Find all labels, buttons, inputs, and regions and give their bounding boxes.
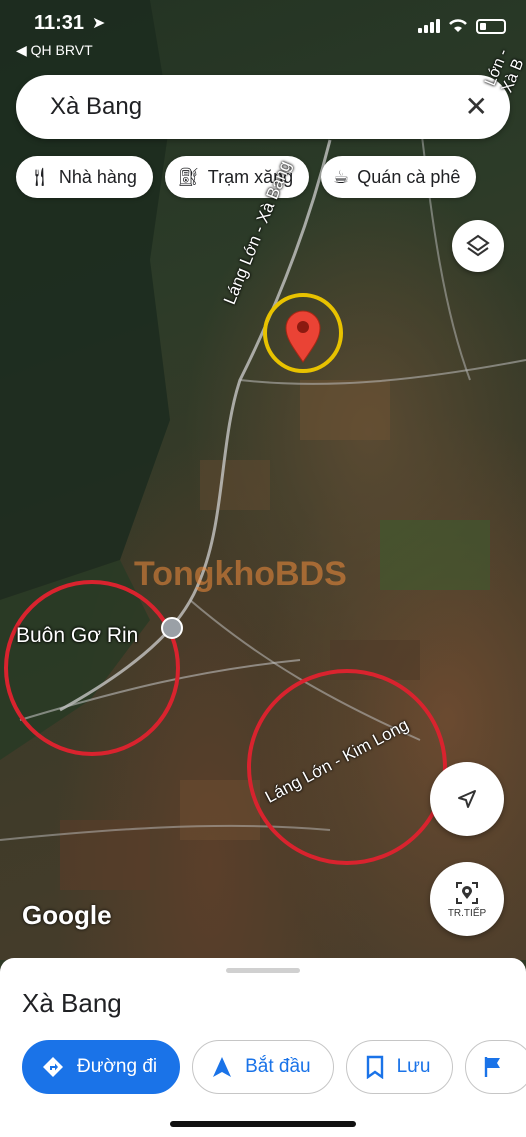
close-icon[interactable]: ✕ [465, 93, 488, 121]
restaurant-icon: 🍴︎ [28, 166, 51, 187]
watermark: TongkhoBDS [134, 555, 347, 593]
back-to-app-link[interactable]: ◀ QH BRVT [16, 42, 93, 59]
gas-station-icon: ⛽︎ [176, 166, 200, 187]
directions-label: Đường đi [77, 1056, 158, 1077]
chip-label: Nhà hàng [58, 166, 137, 187]
live-view-icon [456, 881, 478, 904]
battery-icon [476, 18, 506, 34]
live-view-button[interactable]: TR.TIẾP [430, 862, 504, 936]
save-button[interactable]: Lưu [345, 1040, 454, 1094]
directions-button[interactable]: Đường đi [22, 1040, 181, 1094]
status-bar: 11:31 ➤ ◀ QH BRVT [0, 0, 526, 64]
start-button[interactable]: Bắt đầu [192, 1040, 334, 1094]
flag-icon [484, 1056, 502, 1078]
location-services-icon: ➤ [92, 15, 106, 32]
search-bar[interactable]: Xà Bang ✕ [16, 75, 510, 139]
category-chips: 🍴︎ Nhà hàng ⛽︎ Trạm xăng ☕︎ Quán cà phê [16, 156, 477, 198]
place-bottom-sheet[interactable]: Xà Bang Đường đi Bắt đầu Lưu [0, 958, 526, 1137]
live-view-label: TR.TIẾP [447, 907, 487, 919]
more-actions-button[interactable] [465, 1040, 526, 1094]
status-time: 11:31 [34, 12, 85, 34]
coffee-icon: ☕︎ [333, 166, 350, 187]
google-logo: Google [22, 900, 112, 930]
place-marker-icon [161, 617, 183, 639]
home-indicator[interactable] [170, 1121, 356, 1127]
chip-label: Quán cà phê [357, 166, 461, 187]
place-title: Xà Bang [22, 988, 122, 1018]
place-label[interactable]: Buôn Gơ Rin [16, 624, 138, 648]
directions-icon [41, 1055, 65, 1079]
navigation-arrow-icon [211, 1056, 233, 1078]
chip-restaurants[interactable]: 🍴︎ Nhà hàng [16, 156, 153, 198]
status-icons [418, 18, 506, 34]
sheet-drag-handle[interactable] [226, 968, 300, 973]
cellular-signal-icon [418, 19, 440, 33]
action-buttons: Đường đi Bắt đầu Lưu [22, 1040, 526, 1094]
save-label: Lưu [396, 1056, 431, 1077]
location-pin-icon [285, 310, 321, 363]
map-view[interactable]: 11:31 ➤ ◀ QH BRVT Xà Bang ✕ 🍴︎ Nhà hàng … [0, 0, 526, 960]
chip-coffee[interactable]: ☕︎ Quán cà phê [321, 156, 477, 198]
layers-button[interactable] [452, 220, 504, 272]
layers-icon [466, 234, 490, 257]
start-label: Bắt đầu [245, 1056, 311, 1077]
navigation-arrow-icon [458, 790, 476, 808]
my-location-button[interactable] [430, 762, 504, 836]
wifi-icon [449, 19, 467, 32]
bookmark-icon [365, 1055, 385, 1079]
search-input[interactable]: Xà Bang [50, 93, 142, 121]
